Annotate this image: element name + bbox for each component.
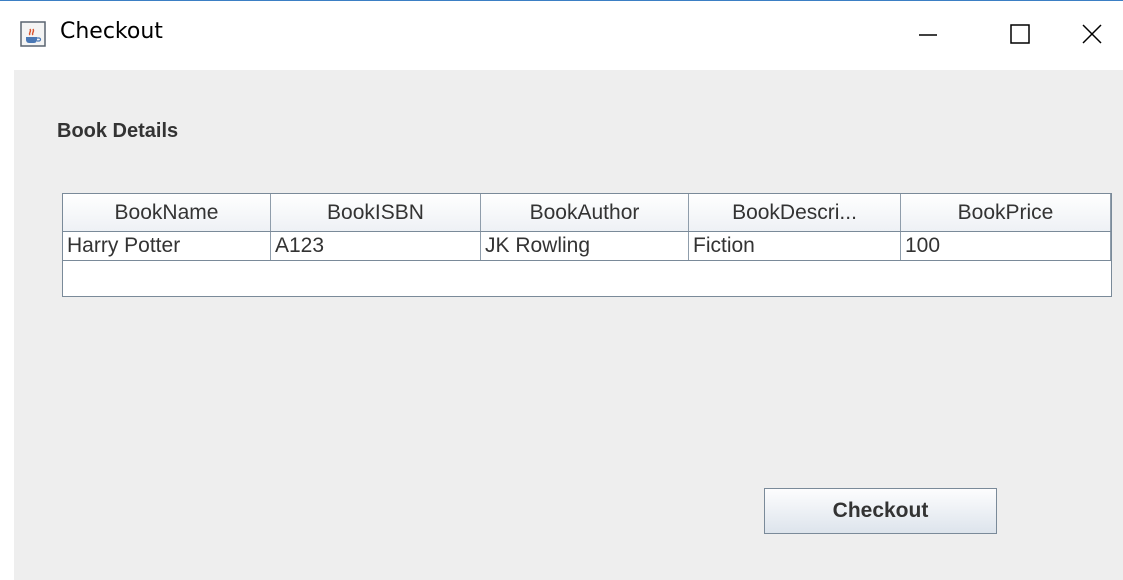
minimize-button[interactable]: [890, 1, 966, 71]
window-title: Checkout: [60, 19, 163, 44]
cell-bookisbn[interactable]: A123: [271, 232, 481, 260]
column-header-bookname[interactable]: BookName: [63, 194, 271, 231]
cell-bookdescription[interactable]: Fiction: [689, 232, 901, 260]
checkout-button[interactable]: Checkout: [764, 488, 997, 534]
maximize-button[interactable]: [982, 1, 1058, 71]
column-header-bookisbn[interactable]: BookISBN: [271, 194, 481, 231]
cell-bookname[interactable]: Harry Potter: [63, 232, 271, 260]
title-bar[interactable]: Checkout: [0, 0, 1123, 70]
close-button[interactable]: [1054, 1, 1123, 71]
table-header-row: BookName BookISBN BookAuthor BookDescri.…: [63, 194, 1111, 232]
minimize-icon: [918, 24, 938, 48]
cell-bookauthor[interactable]: JK Rowling: [481, 232, 689, 260]
close-icon: [1081, 23, 1103, 49]
table-row[interactable]: Harry Potter A123 JK Rowling Fiction 100: [63, 232, 1111, 261]
section-label: Book Details: [57, 120, 179, 142]
column-header-bookdescription[interactable]: BookDescri...: [689, 194, 901, 231]
column-header-bookprice[interactable]: BookPrice: [901, 194, 1111, 231]
cell-bookprice[interactable]: 100: [901, 232, 1111, 260]
checkout-window: Checkout Book Details BookName BookISBN …: [0, 0, 1123, 580]
book-table[interactable]: BookName BookISBN BookAuthor BookDescri.…: [62, 193, 1112, 297]
maximize-icon: [1009, 23, 1031, 49]
column-header-bookauthor[interactable]: BookAuthor: [481, 194, 689, 231]
java-cup-icon[interactable]: [20, 21, 46, 47]
